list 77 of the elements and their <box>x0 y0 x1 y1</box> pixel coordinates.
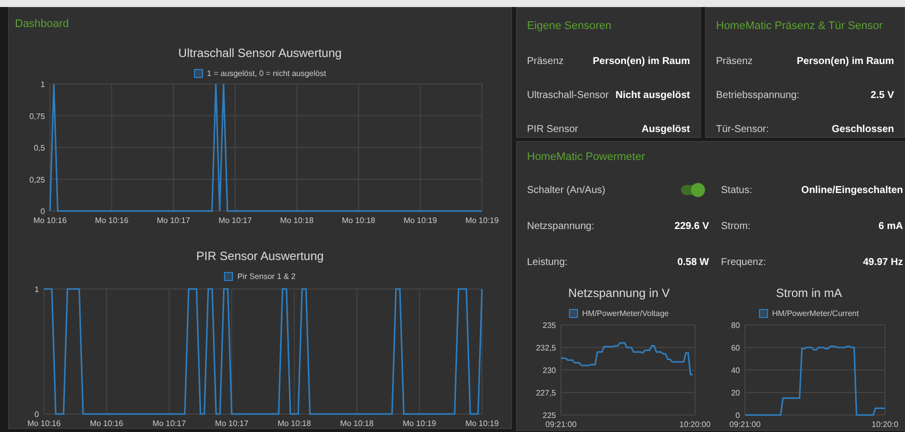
legend-label: Pir Sensor 1 & 2 <box>237 270 296 282</box>
axis-tick-label: 1 <box>40 80 45 88</box>
axis-tick-label: 1 <box>34 284 39 294</box>
chart-title: Strom in mA <box>776 284 842 302</box>
axis-tick-label: 20 <box>731 388 740 397</box>
field-value: Online/Eingeschalten <box>801 184 903 198</box>
card-title: HomeMatic Powermeter <box>527 150 646 165</box>
field-label: Schalter (An/Aus) <box>527 184 606 198</box>
chart-title: Ultraschall Sensor Auswertung <box>178 44 342 62</box>
field-label: Betriebsspannung: <box>716 88 800 102</box>
legend-label: HM/PowerMeter/Voltage <box>582 308 669 320</box>
axis-tick-label: Mo 10:19 <box>404 216 437 224</box>
field-label: Strom: <box>721 220 750 234</box>
field-value: Geschlossen <box>832 122 894 136</box>
field-label: Präsenz <box>716 54 753 68</box>
axis-tick-label: Mo 10:16 <box>90 418 124 428</box>
legend-swatch-icon[interactable] <box>194 69 203 78</box>
axis-tick-label: 10:20:0 <box>872 420 898 428</box>
card-title: Eigene Sensoren <box>527 19 612 34</box>
field-value: 0.58 W <box>677 256 709 270</box>
axis-tick-label: 09:21:00 <box>729 420 761 428</box>
field-value: 2.5 V <box>870 88 894 102</box>
field-label: Tür-Sensor: <box>716 122 769 136</box>
legend-label: 1 = ausgelöst, 0 = nicht ausgelöst <box>206 68 326 80</box>
axis-tick-label: 09:21:00 <box>545 420 577 428</box>
axis-tick-label: Mo 10:18 <box>278 418 311 428</box>
field-label: Leistung: <box>527 256 568 270</box>
field-label: Netzspannung: <box>527 220 594 234</box>
field-label: Frequenz: <box>721 256 766 270</box>
axis-tick-label: Mo 10:19 <box>465 418 499 428</box>
axis-tick-label: 0 <box>40 206 45 216</box>
axis-tick-label: Mo 10:19 <box>402 418 436 428</box>
field-label: Status: <box>721 184 752 198</box>
axis-tick-label: Mo 10:18 <box>342 216 376 224</box>
chart-title: Netzspannung in V <box>568 284 670 302</box>
panel-title: Dashboard <box>15 17 70 32</box>
field-value: Ausgelöst <box>642 122 690 136</box>
axis-tick-label: 232,5 <box>536 343 556 352</box>
legend-swatch-icon[interactable] <box>224 272 234 281</box>
toggle-switch[interactable] <box>681 185 703 195</box>
field-label: Ultraschall-Sensor <box>527 88 609 102</box>
axis-tick-label: Mo 10:17 <box>156 216 190 224</box>
axis-tick-label: 235 <box>542 320 556 330</box>
field-value: Person(en) im Raum <box>592 54 690 68</box>
axis-tick-label: 0,25 <box>29 174 45 184</box>
field-value: Person(en) im Raum <box>796 54 894 68</box>
axis-tick-label: Mo 10:18 <box>280 216 314 224</box>
axis-tick-label: 0,75 <box>29 111 45 120</box>
axis-tick-label: 0 <box>34 410 39 418</box>
axis-tick-label: Mo 10:16 <box>95 216 128 224</box>
field-value: 6 mA <box>878 220 903 234</box>
legend-swatch-icon[interactable] <box>569 309 578 318</box>
axis-tick-label: Mo 10:19 <box>465 216 499 224</box>
legend-swatch-icon[interactable] <box>759 309 768 318</box>
axis-tick-label: Mo 10:18 <box>340 418 374 428</box>
legend-label: HM/PowerMeter/Current <box>772 308 859 320</box>
axis-tick-label: 230 <box>542 366 556 374</box>
axis-tick-label: Mo 10:17 <box>218 216 252 224</box>
axis-tick-label: Mo 10:16 <box>27 418 61 428</box>
field-label: PIR Sensor <box>527 122 578 136</box>
axis-tick-label: 0,5 <box>34 143 45 152</box>
axis-tick-label: 10:20:00 <box>679 420 711 428</box>
axis-tick-label: 80 <box>731 320 740 330</box>
axis-tick-label: 0 <box>736 410 740 420</box>
axis-tick-label: 225 <box>542 410 556 420</box>
axis-tick-label: Mo 10:17 <box>215 418 248 428</box>
card-title: HomeMatic Präsenz & Tür Sensor <box>716 19 884 34</box>
axis-tick-label: Mo 10:16 <box>33 216 67 224</box>
axis-tick-label: 227,5 <box>536 388 556 397</box>
axis-tick-label: 40 <box>731 366 740 374</box>
axis-tick-label: Mo 10:17 <box>152 418 186 428</box>
field-label: Präsenz <box>527 54 564 68</box>
field-value: 229.6 V <box>674 220 709 234</box>
field-value: Nicht ausgelöst <box>616 88 690 102</box>
field-value: 49.97 Hz <box>862 256 903 270</box>
chart-title: PIR Sensor Auswertung <box>196 248 324 264</box>
axis-tick-label: 60 <box>731 343 740 352</box>
